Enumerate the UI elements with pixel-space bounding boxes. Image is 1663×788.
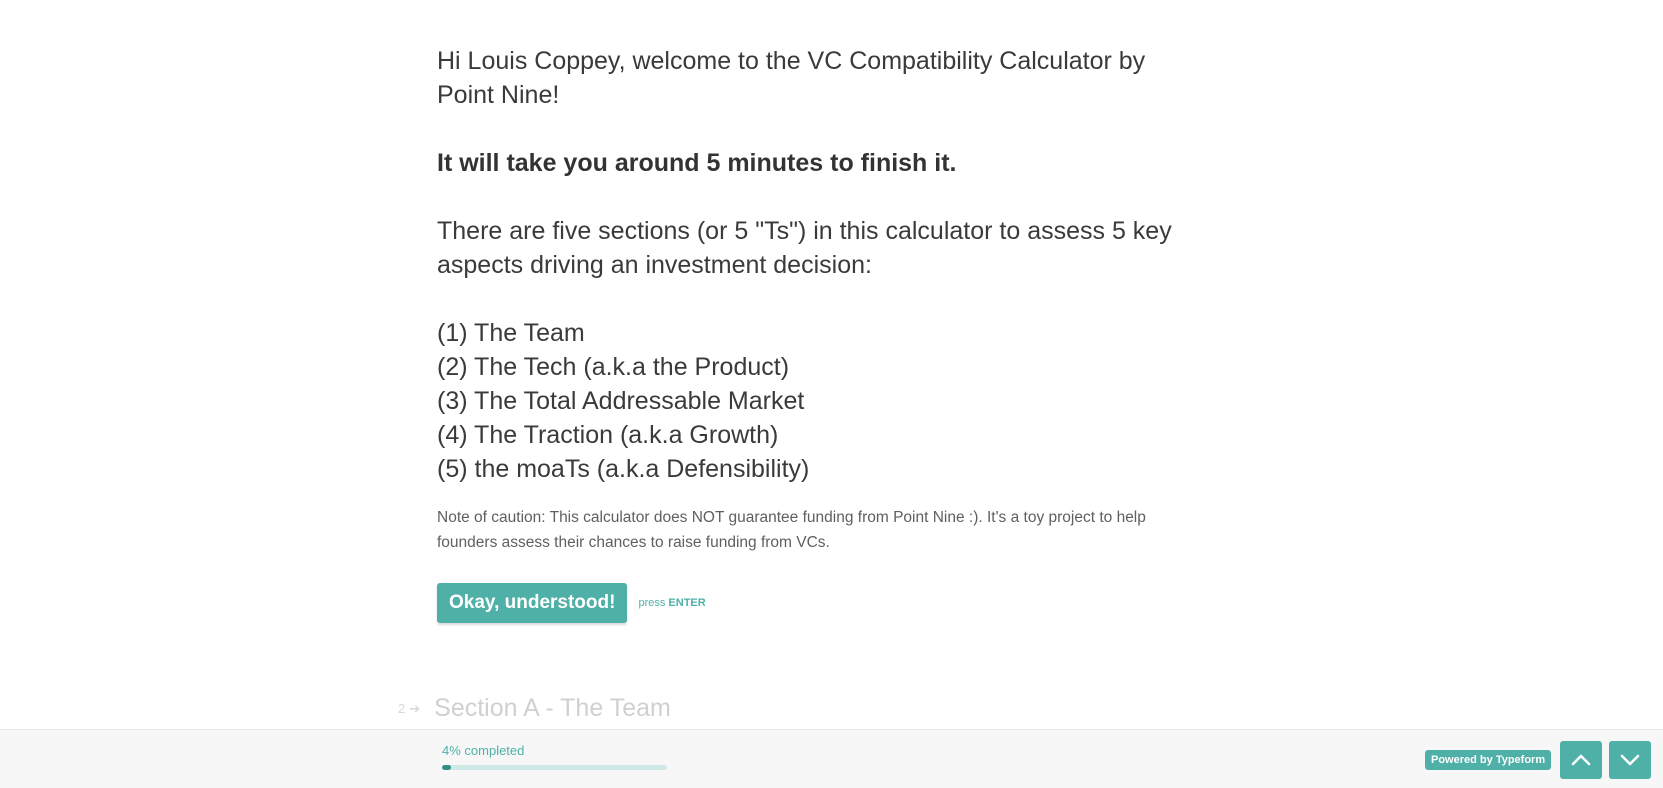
typeform-brand: Typeform — [1495, 754, 1546, 766]
footer-bar: 4% completed Powered by Typeform — [0, 729, 1663, 788]
enter-key-label: ENTER — [668, 597, 706, 609]
section-item: (5) the moaTs (a.k.a Defensibility) — [437, 455, 810, 483]
question-number: 2 — [398, 701, 406, 716]
previous-button[interactable] — [1560, 741, 1602, 779]
press-label: press — [638, 597, 666, 609]
duration-text: It will take you around 5 minutes to fin… — [437, 149, 957, 177]
chevron-up-icon — [1571, 754, 1591, 766]
powered-by-typeform-badge[interactable]: Powered by Typeform — [1425, 750, 1552, 770]
section-item: (3) The Total Addressable Market — [437, 387, 805, 415]
progress-bar — [442, 765, 667, 770]
powered-prefix: Powered by — [1431, 754, 1493, 766]
section-item: (4) The Traction (a.k.a Growth) — [437, 421, 779, 449]
sections-intro-text: There are five sections (or 5 "Ts") in t… — [437, 217, 1172, 279]
section-item: (1) The Team — [437, 319, 585, 347]
question-title: Section A - The Team — [434, 694, 671, 722]
okay-understood-button[interactable]: Okay, understood! — [437, 583, 628, 623]
press-enter-hint: press ENTER — [638, 597, 705, 609]
next-button[interactable] — [1609, 741, 1651, 779]
progress-text: 4% completed — [442, 743, 525, 758]
ok-row: Okay, understood! press ENTER — [437, 583, 1177, 623]
section-item: (2) The Tech (a.k.a the Product) — [437, 353, 790, 381]
caution-note: Note of caution: This calculator does NO… — [437, 509, 1146, 551]
sections-list: (1) The Team (2) The Tech (a.k.a the Pro… — [437, 316, 1177, 486]
welcome-text: Hi Louis Coppey, welcome to the VC Compa… — [437, 47, 1146, 109]
progress-fill — [442, 765, 451, 770]
chevron-down-icon — [1620, 754, 1640, 766]
welcome-screen: Hi Louis Coppey, welcome to the VC Compa… — [437, 44, 1177, 623]
arrow-right-icon: ➔ — [409, 700, 421, 716]
next-question-preview[interactable]: 2 ➔ Section A - The Team — [398, 694, 671, 723]
